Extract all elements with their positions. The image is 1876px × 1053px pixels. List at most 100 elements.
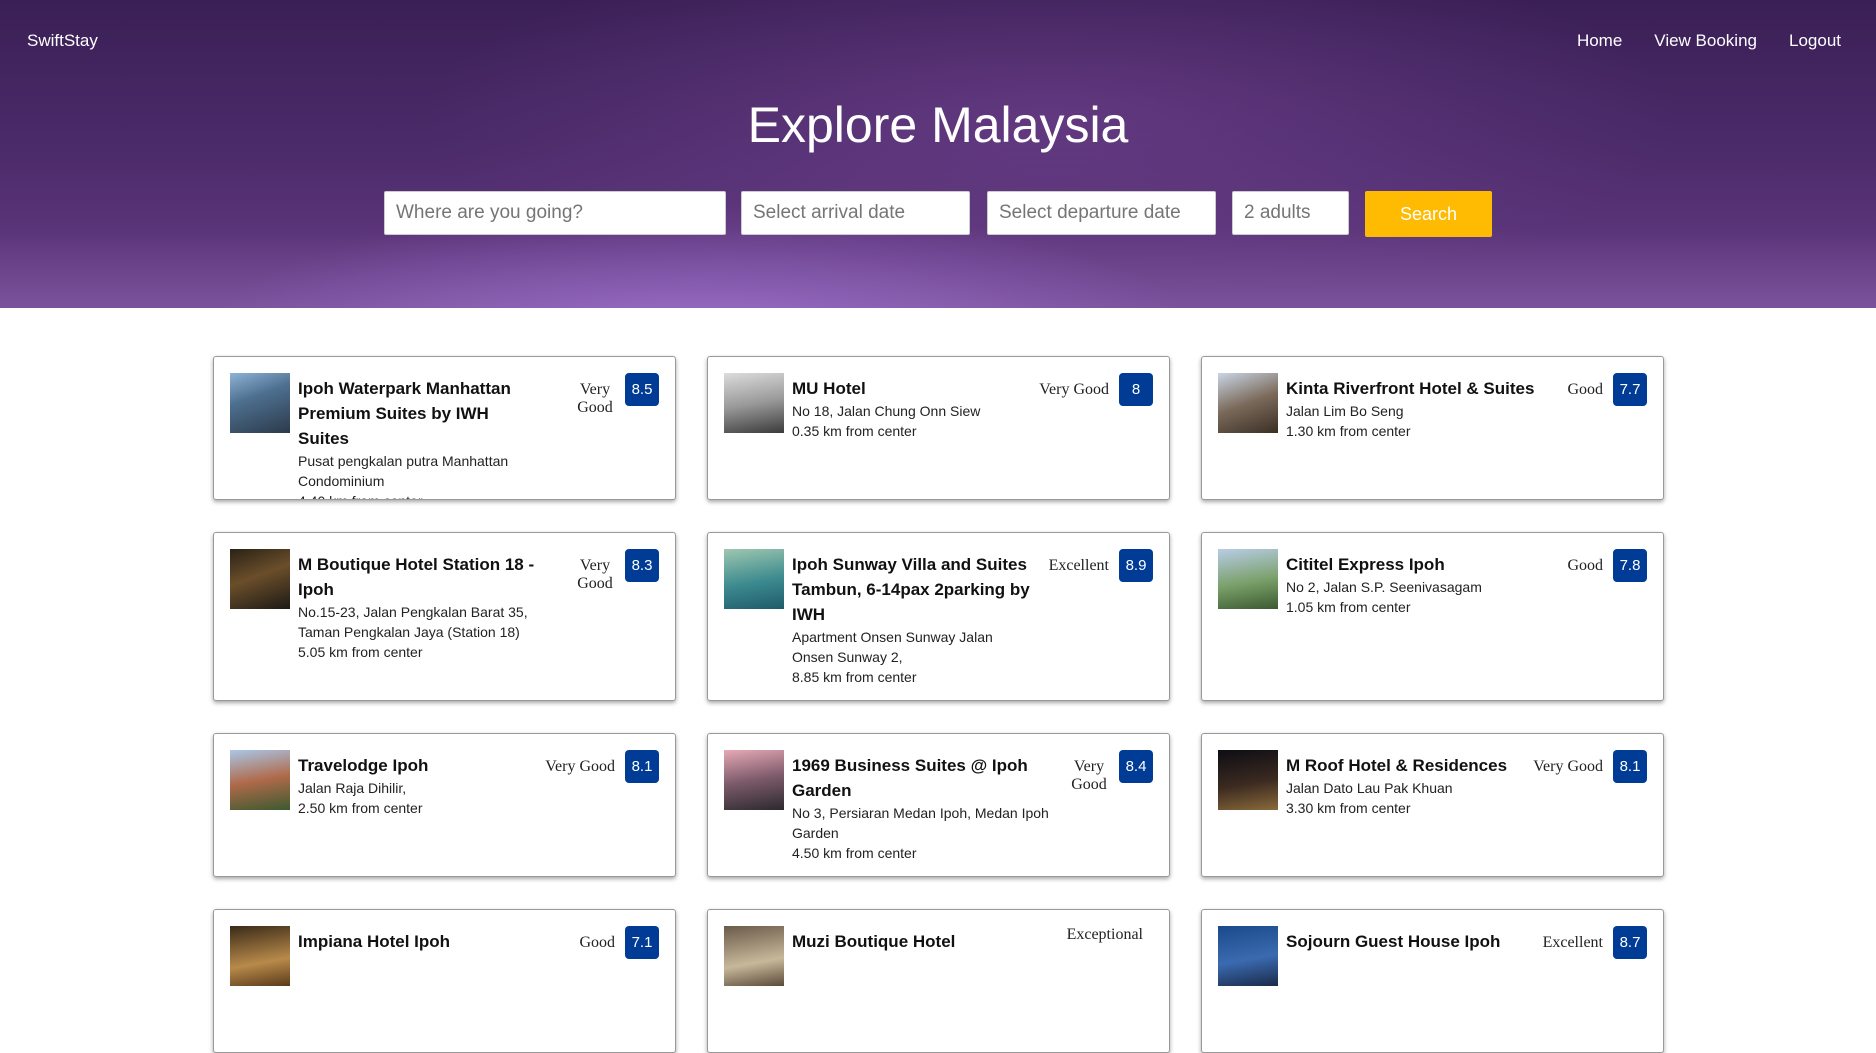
hotel-address: Apartment Onsen Sunway Jalan Onsen Sunwa… bbox=[792, 629, 993, 665]
hotel-name[interactable]: Kinta Riverfront Hotel & Suites bbox=[1286, 376, 1536, 401]
hotel-rating: Very Good 8.5 bbox=[575, 373, 659, 417]
hotel-card[interactable]: Kinta Riverfront Hotel & Suites Jalan Li… bbox=[1201, 356, 1664, 500]
hotel-card[interactable]: M Roof Hotel & Residences Jalan Dato Lau… bbox=[1201, 733, 1664, 877]
hotel-name[interactable]: M Roof Hotel & Residences bbox=[1286, 753, 1516, 778]
hotel-thumbnail[interactable] bbox=[230, 926, 290, 986]
rating-score-badge: 8.1 bbox=[1613, 750, 1647, 783]
hotel-distance: 4.50 km from center bbox=[792, 845, 917, 861]
hotel-thumbnail[interactable] bbox=[230, 750, 290, 810]
hotel-name[interactable]: Muzi Boutique Hotel bbox=[792, 929, 1042, 954]
rating-label: Exceptional bbox=[1066, 926, 1143, 943]
hotel-info: M Boutique Hotel Station 18 - Ipoh No.15… bbox=[298, 552, 568, 662]
hotel-card[interactable]: Cititel Express Ipoh No 2, Jalan S.P. Se… bbox=[1201, 532, 1664, 701]
hotel-name[interactable]: M Boutique Hotel Station 18 - Ipoh bbox=[298, 552, 568, 602]
hotel-info: Kinta Riverfront Hotel & Suites Jalan Li… bbox=[1286, 376, 1536, 441]
rating-label: Good bbox=[579, 934, 615, 951]
rating-label: Very Good bbox=[577, 557, 613, 592]
hotel-card[interactable]: 1969 Business Suites @ Ipoh Garden No 3,… bbox=[707, 733, 1170, 877]
hotel-name[interactable]: Impiana Hotel Ipoh bbox=[298, 929, 548, 954]
hotel-info: 1969 Business Suites @ Ipoh Garden No 3,… bbox=[792, 753, 1057, 863]
hotel-thumbnail[interactable] bbox=[230, 373, 290, 433]
hotel-card[interactable]: Ipoh Sunway Villa and Suites Tambun, 6-1… bbox=[707, 532, 1170, 701]
hotel-results-grid: Ipoh Waterpark Manhattan Premium Suites … bbox=[213, 356, 1664, 1053]
hotel-info: Impiana Hotel Ipoh bbox=[298, 929, 548, 954]
rating-label: Very Good bbox=[1039, 381, 1109, 398]
hotel-rating: Good 7.8 bbox=[1567, 549, 1647, 582]
hotel-name[interactable]: Ipoh Sunway Villa and Suites Tambun, 6-1… bbox=[792, 552, 1032, 627]
rating-score-badge: 8.4 bbox=[1119, 750, 1153, 783]
nav-home[interactable]: Home bbox=[1577, 31, 1622, 51]
hotel-thumbnail[interactable] bbox=[724, 750, 784, 810]
hotel-info: Ipoh Waterpark Manhattan Premium Suites … bbox=[298, 376, 538, 499]
hotel-rating: Very Good 8.3 bbox=[575, 549, 659, 593]
destination-input[interactable] bbox=[384, 191, 726, 235]
rating-score-badge: 8.5 bbox=[625, 373, 659, 406]
hotel-address: No 3, Persiaran Medan Ipoh, Medan Ipoh G… bbox=[792, 805, 1049, 841]
hotel-rating: Good 7.1 bbox=[579, 926, 659, 959]
hotel-thumbnail[interactable] bbox=[1218, 926, 1278, 986]
hotel-thumbnail[interactable] bbox=[724, 926, 784, 986]
hotel-address: Pusat pengkalan putra Manhattan Condomin… bbox=[298, 453, 509, 489]
hotel-card[interactable]: Sojourn Guest House Ipoh Excellent 8.7 bbox=[1201, 909, 1664, 1053]
hotel-rating: Very Good 8.1 bbox=[545, 750, 659, 783]
hotel-name[interactable]: Travelodge Ipoh bbox=[298, 753, 528, 778]
hotel-address: Jalan Lim Bo Seng bbox=[1286, 403, 1404, 419]
search-button[interactable]: Search bbox=[1365, 191, 1492, 237]
rating-label: Very Good bbox=[545, 758, 615, 775]
rating-label: Very Good bbox=[1533, 758, 1603, 775]
rating-score-badge: 8.1 bbox=[625, 750, 659, 783]
hotel-name[interactable]: Ipoh Waterpark Manhattan Premium Suites … bbox=[298, 376, 538, 451]
brand-logo[interactable]: SwiftStay bbox=[27, 31, 98, 51]
hotel-info: Ipoh Sunway Villa and Suites Tambun, 6-1… bbox=[792, 552, 1032, 687]
rating-score-badge: 8.3 bbox=[625, 549, 659, 582]
top-nav: Home View Booking Logout bbox=[1577, 31, 1841, 51]
hotel-info: Cititel Express Ipoh No 2, Jalan S.P. Se… bbox=[1286, 552, 1536, 617]
hotel-address: No 18, Jalan Chung Onn Siew bbox=[792, 403, 981, 419]
hotel-address: Jalan Dato Lau Pak Khuan bbox=[1286, 780, 1453, 796]
hotel-distance: 0.35 km from center bbox=[792, 423, 917, 439]
hotel-rating: Very Good 8.1 bbox=[1533, 750, 1647, 783]
hotel-info: Travelodge Ipoh Jalan Raja Dihilir, 2.50… bbox=[298, 753, 528, 818]
page-title: Explore Malaysia bbox=[747, 97, 1129, 153]
rating-score-badge: 7.1 bbox=[625, 926, 659, 959]
hotel-address: No 2, Jalan S.P. Seenivasagam bbox=[1286, 579, 1482, 595]
hotel-distance: 3.30 km from center bbox=[1286, 800, 1411, 816]
hotel-thumbnail[interactable] bbox=[230, 549, 290, 609]
hotel-rating: Excellent 8.9 bbox=[1049, 549, 1153, 582]
hotel-name[interactable]: Sojourn Guest House Ipoh bbox=[1286, 929, 1536, 954]
nav-view-booking[interactable]: View Booking bbox=[1654, 31, 1757, 51]
rating-label: Excellent bbox=[1542, 934, 1603, 951]
arrival-date-input[interactable] bbox=[741, 191, 970, 235]
hotel-distance: 1.05 km from center bbox=[1286, 599, 1411, 615]
hotel-info: Sojourn Guest House Ipoh bbox=[1286, 929, 1536, 954]
hotel-thumbnail[interactable] bbox=[724, 549, 784, 609]
hotel-thumbnail[interactable] bbox=[1218, 373, 1278, 433]
hotel-rating: Very Good 8.4 bbox=[1069, 750, 1153, 794]
hotel-info: Muzi Boutique Hotel bbox=[792, 929, 1042, 954]
hotel-card[interactable]: Ipoh Waterpark Manhattan Premium Suites … bbox=[213, 356, 676, 500]
hotel-name[interactable]: Cititel Express Ipoh bbox=[1286, 552, 1536, 577]
rating-score-badge: 7.8 bbox=[1613, 549, 1647, 582]
hotel-card[interactable]: M Boutique Hotel Station 18 - Ipoh No.15… bbox=[213, 532, 676, 701]
rating-label: Excellent bbox=[1048, 557, 1109, 574]
hero-banner: SwiftStay Home View Booking Logout Explo… bbox=[0, 0, 1876, 308]
hotel-address: Jalan Raja Dihilir, bbox=[298, 780, 407, 796]
guests-input[interactable] bbox=[1232, 191, 1349, 235]
rating-score-badge: 8.7 bbox=[1613, 926, 1647, 959]
hotel-card[interactable]: MU Hotel No 18, Jalan Chung Onn Siew 0.3… bbox=[707, 356, 1170, 500]
hotel-distance: 8.85 km from center bbox=[792, 669, 917, 685]
rating-label: Very Good bbox=[1071, 758, 1107, 793]
hotel-thumbnail[interactable] bbox=[1218, 750, 1278, 810]
hotel-card[interactable]: Travelodge Ipoh Jalan Raja Dihilir, 2.50… bbox=[213, 733, 676, 877]
departure-date-input[interactable] bbox=[987, 191, 1216, 235]
hotel-card[interactable]: Muzi Boutique Hotel Exceptional bbox=[707, 909, 1170, 1053]
rating-score-badge: 8 bbox=[1119, 373, 1153, 406]
rating-score-badge: 7.7 bbox=[1613, 373, 1647, 406]
hotel-thumbnail[interactable] bbox=[724, 373, 784, 433]
hotel-thumbnail[interactable] bbox=[1218, 549, 1278, 609]
hotel-name[interactable]: 1969 Business Suites @ Ipoh Garden bbox=[792, 753, 1057, 803]
hotel-info: M Roof Hotel & Residences Jalan Dato Lau… bbox=[1286, 753, 1516, 818]
nav-logout[interactable]: Logout bbox=[1789, 31, 1841, 51]
hotel-card[interactable]: Impiana Hotel Ipoh Good 7.1 bbox=[213, 909, 676, 1053]
hotel-name[interactable]: MU Hotel bbox=[792, 376, 1022, 401]
